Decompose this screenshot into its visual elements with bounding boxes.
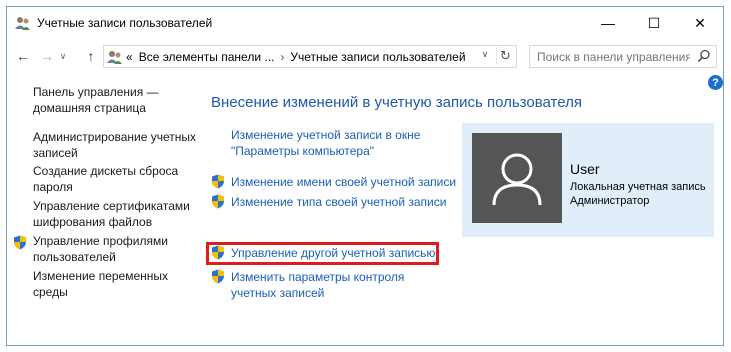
left-nav-item-file-encryption-certificates[interactable]: Управление сертификатами шифрования файл… [33,199,198,230]
up-arrow-icon[interactable]: ↑ [81,45,101,67]
address-dropdown-chevron-icon[interactable]: ∨ [478,49,492,60]
left-nav-item-password-reset-disk[interactable]: Создание дискеты сброса пароля [33,164,198,195]
uac-shield-icon [211,194,225,209]
refresh-icon[interactable]: ↻ [496,47,514,65]
page-heading: Внесение изменений в учетную запись поль… [211,94,582,111]
breadcrumb-all-items[interactable]: Все элементы панели ... [139,50,275,64]
search-box[interactable] [529,45,717,68]
left-nav-item-manage-accounts[interactable]: Администрирование учетных записей [33,130,198,161]
uac-shield-icon [211,245,225,260]
breadcrumb-separator[interactable]: › [280,50,284,64]
control-panel-window: Учетные записи пользователей — ☐ ✕ ← → ∨… [6,6,724,346]
maximize-button[interactable]: ☐ [631,7,677,39]
task-pc-settings-link[interactable]: Изменение учетной записи в окне "Парамет… [231,127,421,159]
user-account-card: User Локальная учетная запись Администра… [462,123,714,237]
breadcrumb-overflow[interactable]: « [126,50,133,64]
search-icon[interactable] [697,49,711,63]
left-nav-item-environment-variables[interactable]: Изменение переменных среды [33,269,198,300]
uac-shield-icon [211,269,225,284]
close-button[interactable]: ✕ [677,7,723,39]
task-change-account-name-link[interactable]: Изменение имени своей учетной записи [231,174,456,190]
left-nav-item-home[interactable]: Панель управления — домашняя страница [33,85,198,116]
title-bar: Учетные записи пользователей — ☐ ✕ [7,7,723,39]
left-nav-item-user-profiles[interactable]: Управление профилями пользователей [33,234,198,265]
user-silhouette-icon [492,153,542,206]
task-manage-another-account-link[interactable]: Управление другой учетной записью [231,245,435,261]
account-role-label: Администратор [570,195,650,207]
minimize-button[interactable]: — [585,7,631,39]
uac-shield-icon [211,174,225,189]
window-title: Учетные записи пользователей [37,16,213,30]
user-accounts-app-icon [15,15,31,31]
address-bar[interactable]: « Все элементы панели ... › Учетные запи… [103,45,517,68]
help-icon[interactable]: ? [708,75,723,90]
control-panel-icon [107,49,123,65]
breadcrumb-user-accounts[interactable]: Учетные записи пользователей [290,50,465,64]
navigation-bar: ← → ∨ ↑ « Все элементы панели ... › Учет… [7,41,723,71]
user-name: User [570,161,600,177]
avatar [472,133,562,223]
search-input[interactable] [530,46,690,67]
account-type-label: Локальная учетная запись [570,181,706,193]
recent-locations-chevron-icon[interactable]: ∨ [57,45,69,67]
forward-arrow-icon[interactable]: → [37,45,57,67]
task-change-account-type-link[interactable]: Изменение типа своей учетной записи [231,194,446,210]
task-uac-settings-link[interactable]: Изменить параметры контроля учетных запи… [231,269,436,301]
back-arrow-icon[interactable]: ← [13,45,33,67]
uac-shield-icon [13,235,27,250]
